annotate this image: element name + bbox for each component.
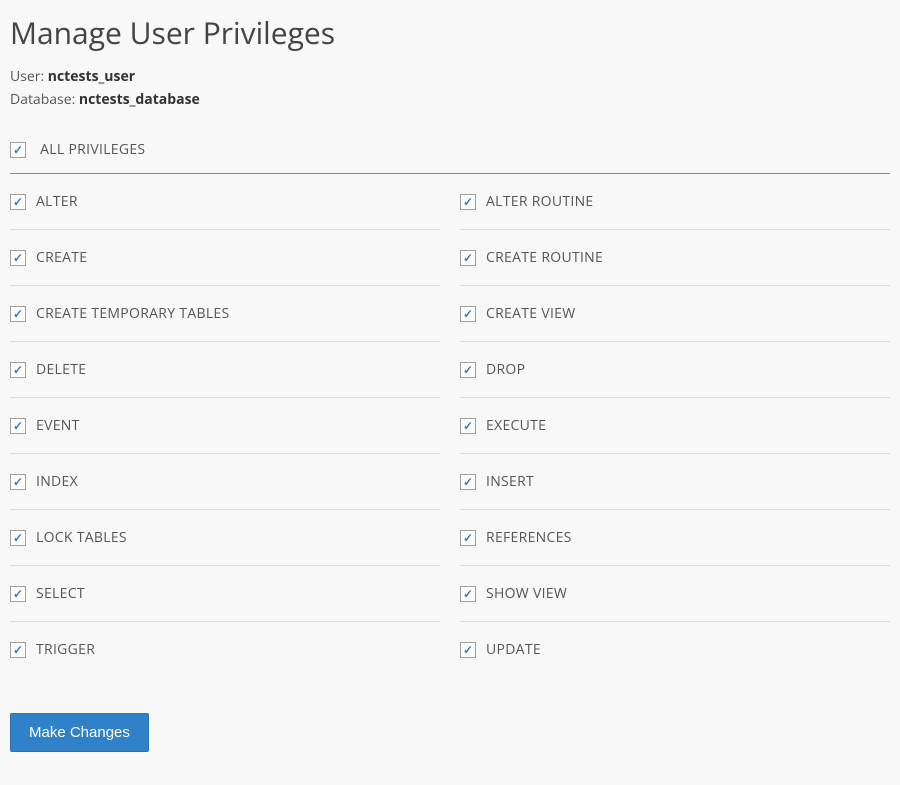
database-meta: Database: nctests_database	[10, 90, 890, 109]
privilege-item: TRIGGER	[10, 622, 440, 677]
privilege-item: CREATE TEMPORARY TABLES	[10, 286, 440, 342]
privilege-checkbox-create-temporary-tables[interactable]	[10, 306, 26, 322]
privilege-label: UPDATE	[486, 640, 541, 659]
privilege-checkbox-create-view[interactable]	[460, 306, 476, 322]
privilege-checkbox-create-routine[interactable]	[460, 250, 476, 266]
privilege-checkbox-references[interactable]	[460, 530, 476, 546]
privilege-checkbox-lock-tables[interactable]	[10, 530, 26, 546]
privilege-item: INSERT	[460, 454, 890, 510]
privilege-item: DROP	[460, 342, 890, 398]
privilege-checkbox-execute[interactable]	[460, 418, 476, 434]
privilege-label: CREATE TEMPORARY TABLES	[36, 304, 229, 323]
make-changes-button[interactable]: Make Changes	[10, 713, 149, 752]
privilege-label: ALTER	[36, 192, 78, 211]
privilege-label: SELECT	[36, 584, 85, 603]
all-privileges-label: ALL PRIVILEGES	[40, 140, 145, 159]
privilege-checkbox-event[interactable]	[10, 418, 26, 434]
privilege-label: DELETE	[36, 360, 86, 379]
page-title: Manage User Privileges	[10, 12, 890, 53]
privilege-item: EXECUTE	[460, 398, 890, 454]
user-meta: User: nctests_user	[10, 67, 890, 86]
privilege-label: EXECUTE	[486, 416, 546, 435]
privilege-item: SHOW VIEW	[460, 566, 890, 622]
privilege-label: INDEX	[36, 472, 78, 491]
privilege-label: SHOW VIEW	[486, 584, 567, 603]
privilege-label: CREATE ROUTINE	[486, 248, 603, 267]
privilege-item: LOCK TABLES	[10, 510, 440, 566]
user-label: User:	[10, 67, 48, 86]
privilege-label: EVENT	[36, 416, 80, 435]
privilege-label: INSERT	[486, 472, 534, 491]
user-value: nctests_user	[48, 67, 135, 86]
privilege-checkbox-index[interactable]	[10, 474, 26, 490]
privilege-label: DROP	[486, 360, 525, 379]
all-privileges-checkbox[interactable]	[10, 142, 26, 158]
privilege-checkbox-alter[interactable]	[10, 194, 26, 210]
privilege-label: CREATE VIEW	[486, 304, 575, 323]
privilege-checkbox-show-view[interactable]	[460, 586, 476, 602]
privilege-item: CREATE ROUTINE	[460, 230, 890, 286]
privilege-checkbox-insert[interactable]	[460, 474, 476, 490]
privilege-item: CREATE	[10, 230, 440, 286]
privilege-item: CREATE VIEW	[460, 286, 890, 342]
privilege-checkbox-select[interactable]	[10, 586, 26, 602]
privilege-item: INDEX	[10, 454, 440, 510]
privilege-item: EVENT	[10, 398, 440, 454]
database-value: nctests_database	[79, 90, 200, 109]
privilege-item: SELECT	[10, 566, 440, 622]
privilege-label: CREATE	[36, 248, 87, 267]
privilege-label: LOCK TABLES	[36, 528, 127, 547]
all-privileges-row: ALL PRIVILEGES	[10, 137, 890, 174]
privilege-checkbox-alter-routine[interactable]	[460, 194, 476, 210]
privilege-item: UPDATE	[460, 622, 890, 677]
privilege-checkbox-delete[interactable]	[10, 362, 26, 378]
privilege-label: ALTER ROUTINE	[486, 192, 594, 211]
privilege-item: ALTER	[10, 174, 440, 230]
privilege-item: ALTER ROUTINE	[460, 174, 890, 230]
privileges-grid: ALTER ALTER ROUTINE CREATE CREATE ROUTIN…	[10, 174, 890, 677]
privilege-checkbox-drop[interactable]	[460, 362, 476, 378]
privilege-label: REFERENCES	[486, 528, 572, 547]
privilege-label: TRIGGER	[36, 640, 95, 659]
privilege-item: DELETE	[10, 342, 440, 398]
database-label: Database:	[10, 90, 79, 109]
privilege-checkbox-update[interactable]	[460, 642, 476, 658]
privilege-checkbox-create[interactable]	[10, 250, 26, 266]
privilege-checkbox-trigger[interactable]	[10, 642, 26, 658]
privilege-item: REFERENCES	[460, 510, 890, 566]
